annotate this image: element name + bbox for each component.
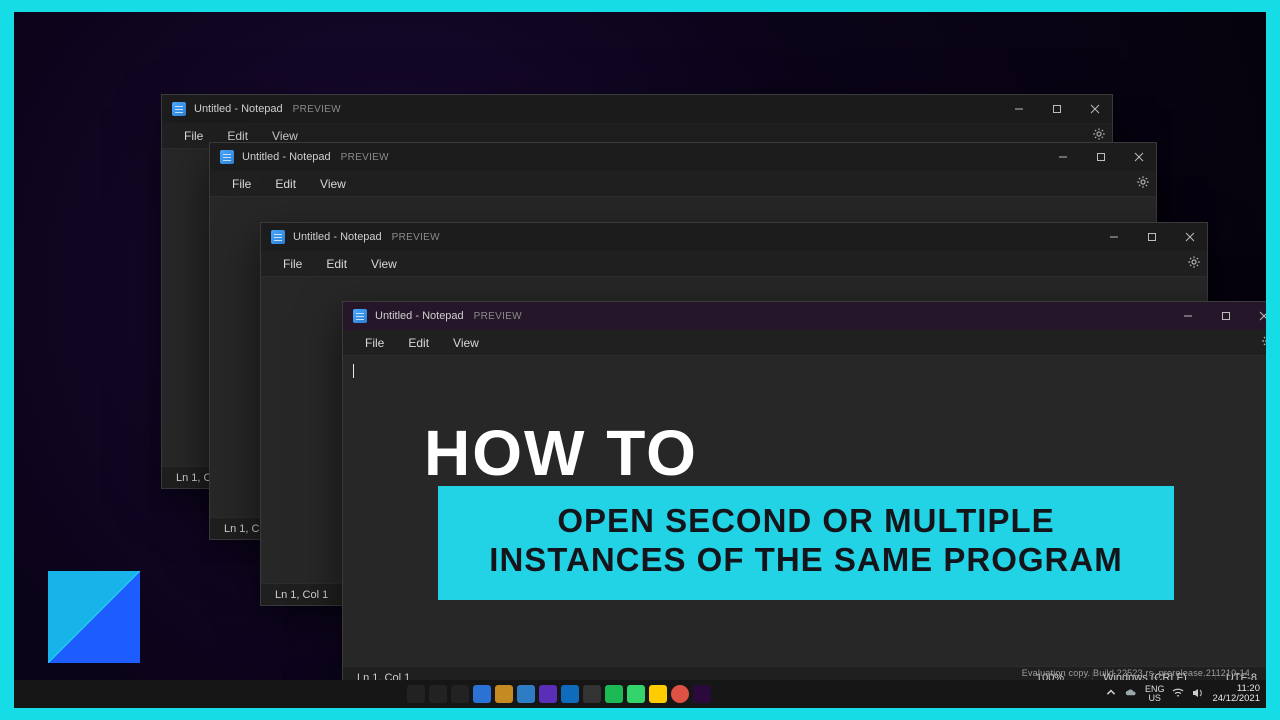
onedrive-icon[interactable] [1125, 687, 1137, 702]
minimize-button[interactable] [1048, 143, 1078, 171]
preview-badge: PREVIEW [341, 152, 389, 163]
menu-bar: File Edit View [210, 171, 1156, 197]
tray-lang[interactable]: ENGUS [1145, 685, 1165, 704]
taskbar-edge-icon[interactable] [517, 685, 535, 703]
taskbar-start-icon[interactable] [407, 685, 425, 703]
menu-view[interactable]: View [443, 333, 489, 353]
overlay-headline: HOW TO [424, 424, 698, 483]
watermark-text: Evaluation copy. Build 22523.rs_prerelea… [1022, 668, 1250, 678]
preview-badge: PREVIEW [293, 104, 341, 115]
taskbar[interactable]: ENGUS 11:2024/12/2021 [14, 680, 1266, 708]
brand-logo [48, 571, 140, 663]
taskbar-premiere-icon[interactable] [693, 685, 711, 703]
taskbar-chrome-icon[interactable] [671, 685, 689, 703]
taskbar-search-icon[interactable] [429, 685, 447, 703]
taskbar-canary-icon[interactable] [649, 685, 667, 703]
maximize-button[interactable] [1042, 95, 1072, 123]
taskbar-store-icon[interactable] [539, 685, 557, 703]
settings-button[interactable] [1136, 175, 1150, 192]
close-button[interactable] [1124, 143, 1154, 171]
menu-view[interactable]: View [361, 254, 407, 274]
wifi-icon[interactable] [1172, 687, 1184, 702]
system-tray[interactable]: ENGUS 11:2024/12/2021 [1105, 684, 1260, 704]
titlebar[interactable]: Untitled - Notepad PREVIEW [162, 95, 1112, 123]
menu-edit[interactable]: Edit [265, 174, 306, 194]
preview-badge: PREVIEW [392, 232, 440, 243]
titlebar[interactable]: Untitled - Notepad PREVIEW [261, 223, 1207, 251]
taskbar-widgets-icon[interactable] [473, 685, 491, 703]
minimize-button[interactable] [1099, 223, 1129, 251]
menu-file[interactable]: File [222, 174, 261, 194]
notepad-icon [271, 230, 285, 244]
window-title: Untitled - Notepad [375, 310, 464, 322]
taskbar-outlook-icon[interactable] [561, 685, 579, 703]
minimize-button[interactable] [1173, 302, 1203, 330]
tray-chevron-icon[interactable] [1105, 687, 1117, 702]
notepad-icon [220, 150, 234, 164]
taskbar-whatsapp-icon[interactable] [627, 685, 645, 703]
desktop-wallpaper: Untitled - Notepad PREVIEW File Edit Vie… [14, 12, 1266, 708]
menu-view[interactable]: View [310, 174, 356, 194]
overlay-subtitle: OPEN SECOND OR MULTIPLE INSTANCES OF THE… [438, 486, 1174, 600]
menu-file[interactable]: File [174, 126, 213, 146]
menu-bar: File Edit View [261, 251, 1207, 277]
settings-button[interactable] [1187, 255, 1201, 272]
menu-bar: File Edit View [343, 330, 1266, 356]
window-title: Untitled - Notepad [293, 231, 382, 243]
status-position: Ln 1, Col 1 [275, 589, 328, 601]
menu-file[interactable]: File [273, 254, 312, 274]
window-title: Untitled - Notepad [242, 151, 331, 163]
notepad-icon [353, 309, 367, 323]
taskbar-clock[interactable]: 11:2024/12/2021 [1212, 684, 1260, 704]
menu-edit[interactable]: Edit [398, 333, 439, 353]
taskbar-spotify-icon[interactable] [605, 685, 623, 703]
preview-badge: PREVIEW [474, 311, 522, 322]
taskbar-explorer-icon[interactable] [495, 685, 513, 703]
volume-icon[interactable] [1192, 687, 1204, 702]
maximize-button[interactable] [1211, 302, 1241, 330]
taskbar-obs-icon[interactable] [583, 685, 601, 703]
titlebar[interactable]: Untitled - Notepad PREVIEW [210, 143, 1156, 171]
maximize-button[interactable] [1137, 223, 1167, 251]
settings-button[interactable] [1261, 334, 1266, 351]
close-button[interactable] [1175, 223, 1205, 251]
close-button[interactable] [1080, 95, 1110, 123]
menu-file[interactable]: File [355, 333, 394, 353]
taskbar-taskview-icon[interactable] [451, 685, 469, 703]
minimize-button[interactable] [1004, 95, 1034, 123]
close-button[interactable] [1249, 302, 1266, 330]
menu-edit[interactable]: Edit [316, 254, 357, 274]
titlebar[interactable]: Untitled - Notepad PREVIEW [343, 302, 1266, 330]
text-caret [353, 364, 354, 378]
window-title: Untitled - Notepad [194, 103, 283, 115]
notepad-icon [172, 102, 186, 116]
maximize-button[interactable] [1086, 143, 1116, 171]
